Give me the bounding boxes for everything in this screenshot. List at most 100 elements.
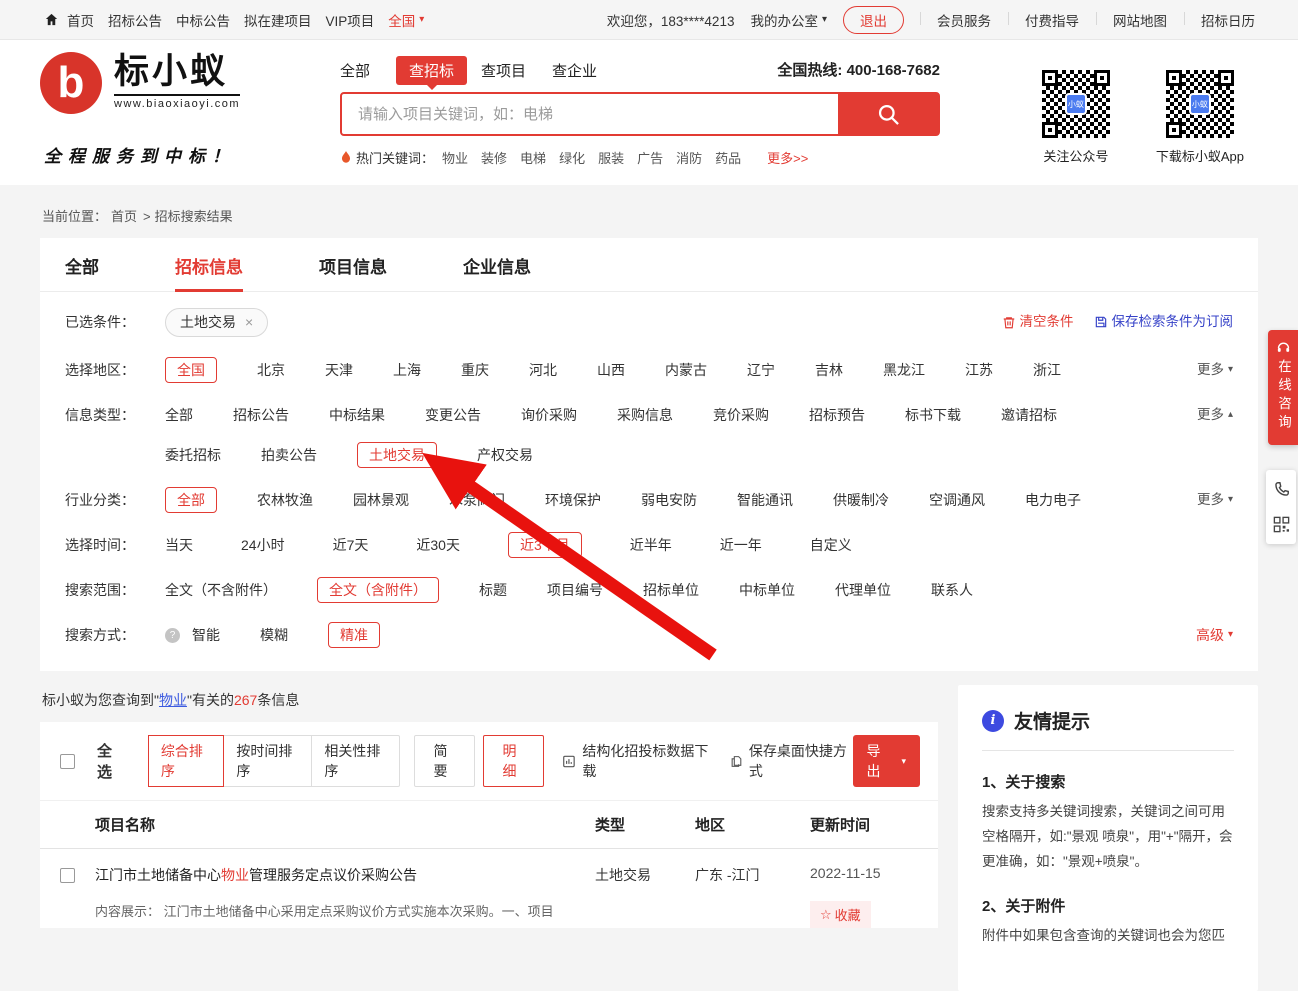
nav-item[interactable]: 中标公告 xyxy=(176,10,230,30)
clear-filters-button[interactable]: 清空条件 xyxy=(1002,308,1074,336)
industry-option[interactable]: 园林景观 xyxy=(353,486,409,514)
hot-keyword[interactable]: 电梯 xyxy=(520,148,546,167)
range-option[interactable]: 代理单位 xyxy=(835,576,891,604)
info-type-option[interactable]: 招标公告 xyxy=(233,401,289,429)
result-tab[interactable]: 项目信息 xyxy=(319,238,387,291)
more-regions[interactable]: 更多▾ xyxy=(1197,356,1233,384)
region-option[interactable]: 江苏 xyxy=(965,356,993,384)
sort-button[interactable]: 相关性排序 xyxy=(311,735,400,787)
search-tab[interactable]: 查招标 xyxy=(396,56,467,85)
hot-keywords-more[interactable]: 更多>> xyxy=(767,148,808,167)
topbar-link[interactable]: 招标日历 xyxy=(1184,10,1255,30)
range-option[interactable]: 全文（不含附件） xyxy=(165,576,277,604)
result-title-link[interactable]: 江门市土地储备中心物业管理服务定点议价采购公告 xyxy=(95,865,417,885)
export-button[interactable]: 导出▾ xyxy=(853,735,920,787)
select-all-label[interactable]: 全选 xyxy=(97,740,125,782)
summary-keyword-link[interactable]: 物业 xyxy=(159,690,187,710)
structured-download-button[interactable]: 结构化招投标数据下载 xyxy=(562,741,711,781)
method-option[interactable]: 精准 xyxy=(328,622,380,648)
time-option[interactable]: 当天 xyxy=(165,531,193,559)
info-type-option[interactable]: 采购信息 xyxy=(617,401,673,429)
row-checkbox[interactable] xyxy=(60,868,75,883)
search-input[interactable] xyxy=(342,94,838,134)
hot-keyword[interactable]: 物业 xyxy=(442,148,468,167)
region-option[interactable]: 浙江 xyxy=(1033,356,1061,384)
search-tab[interactable]: 全部 xyxy=(340,60,370,81)
method-option[interactable]: 模糊 xyxy=(260,621,288,649)
time-option[interactable]: 近3个月 xyxy=(508,532,582,558)
sort-button[interactable]: 按时间排序 xyxy=(223,735,312,787)
hot-keyword[interactable]: 装修 xyxy=(481,148,507,167)
sort-button[interactable]: 综合排序 xyxy=(148,735,224,787)
range-option[interactable]: 全文（含附件） xyxy=(317,577,439,603)
favorite-button[interactable]: ☆收藏 xyxy=(810,901,871,928)
select-all-checkbox[interactable] xyxy=(60,754,75,769)
breadcrumb-home[interactable]: 首页 xyxy=(111,206,137,225)
info-type-option[interactable]: 变更公告 xyxy=(425,401,481,429)
region-option[interactable]: 北京 xyxy=(257,356,285,384)
topbar-link[interactable]: 会员服务 xyxy=(920,10,1008,30)
topbar-link[interactable]: 付费指导 xyxy=(1008,10,1096,30)
industry-option[interactable]: 环境保护 xyxy=(545,486,601,514)
help-icon[interactable]: ? xyxy=(165,628,180,643)
time-option[interactable]: 24小时 xyxy=(241,531,285,559)
info-type-option[interactable]: 全部 xyxy=(165,401,193,429)
region-option[interactable]: 全国 xyxy=(165,357,217,383)
info-type-option[interactable]: 询价采购 xyxy=(521,401,577,429)
info-type-option[interactable]: 土地交易 xyxy=(357,442,437,468)
nav-home[interactable]: 首页 xyxy=(67,10,94,30)
phone-contact-button[interactable] xyxy=(1272,480,1291,499)
search-tab[interactable]: 查企业 xyxy=(552,60,597,81)
industry-option[interactable]: 水泵阀门 xyxy=(449,486,505,514)
save-subscription-button[interactable]: 保存检索条件为订阅 xyxy=(1094,308,1234,336)
my-office-menu[interactable]: 我的办公室▾ xyxy=(750,10,827,30)
remove-filter-icon[interactable]: × xyxy=(245,309,253,336)
result-tab[interactable]: 招标信息 xyxy=(175,238,243,291)
range-option[interactable]: 项目编号 xyxy=(547,576,603,604)
nav-item[interactable]: 招标公告 xyxy=(108,10,162,30)
info-type-option[interactable]: 产权交易 xyxy=(477,441,533,469)
desktop-shortcut-button[interactable]: 保存桌面快捷方式 xyxy=(730,741,853,781)
region-option[interactable]: 山西 xyxy=(597,356,625,384)
hot-keyword[interactable]: 药品 xyxy=(715,148,741,167)
region-selector[interactable]: 全国▾ xyxy=(388,10,424,30)
time-option[interactable]: 近7天 xyxy=(333,531,369,559)
info-type-option[interactable]: 拍卖公告 xyxy=(261,441,317,469)
result-tab[interactable]: 全部 xyxy=(65,238,99,291)
time-option[interactable]: 近半年 xyxy=(630,531,672,559)
hot-keyword[interactable]: 消防 xyxy=(676,148,702,167)
region-option[interactable]: 重庆 xyxy=(461,356,489,384)
region-option[interactable]: 黑龙江 xyxy=(883,356,925,384)
nav-item[interactable]: 拟在建项目 xyxy=(244,10,312,30)
time-option[interactable]: 近一年 xyxy=(720,531,762,559)
search-button[interactable] xyxy=(838,94,938,134)
range-option[interactable]: 招标单位 xyxy=(643,576,699,604)
time-option[interactable]: 自定义 xyxy=(810,531,852,559)
logo[interactable]: b 标小蚁 www.biaoxiaoyi.com xyxy=(40,52,240,114)
view-button[interactable]: 明细 xyxy=(483,735,544,787)
industry-option[interactable]: 电力电子 xyxy=(1025,486,1081,514)
search-tab[interactable]: 查项目 xyxy=(481,60,526,81)
industry-option[interactable]: 全部 xyxy=(165,487,217,513)
hot-keyword[interactable]: 绿化 xyxy=(559,148,585,167)
hot-keyword[interactable]: 广告 xyxy=(637,148,663,167)
info-type-option[interactable]: 标书下载 xyxy=(905,401,961,429)
time-option[interactable]: 近30天 xyxy=(416,531,460,559)
range-option[interactable]: 标题 xyxy=(479,576,507,604)
region-option[interactable]: 上海 xyxy=(393,356,421,384)
info-type-option[interactable]: 中标结果 xyxy=(329,401,385,429)
qr-contact-button[interactable] xyxy=(1272,515,1291,534)
range-option[interactable]: 联系人 xyxy=(931,576,973,604)
info-type-option[interactable]: 邀请招标 xyxy=(1001,401,1057,429)
advanced-search-button[interactable]: 高级▾ xyxy=(1196,621,1233,649)
topbar-link[interactable]: 网站地图 xyxy=(1096,10,1184,30)
method-option[interactable]: 智能 xyxy=(192,621,220,649)
industry-option[interactable]: 空调通风 xyxy=(929,486,985,514)
industry-option[interactable]: 弱电安防 xyxy=(641,486,697,514)
collapse-info-types[interactable]: 更多▴ xyxy=(1197,401,1233,429)
result-tab[interactable]: 企业信息 xyxy=(463,238,531,291)
info-type-option[interactable]: 委托招标 xyxy=(165,441,221,469)
region-option[interactable]: 辽宁 xyxy=(747,356,775,384)
region-option[interactable]: 吉林 xyxy=(815,356,843,384)
region-option[interactable]: 内蒙古 xyxy=(665,356,707,384)
